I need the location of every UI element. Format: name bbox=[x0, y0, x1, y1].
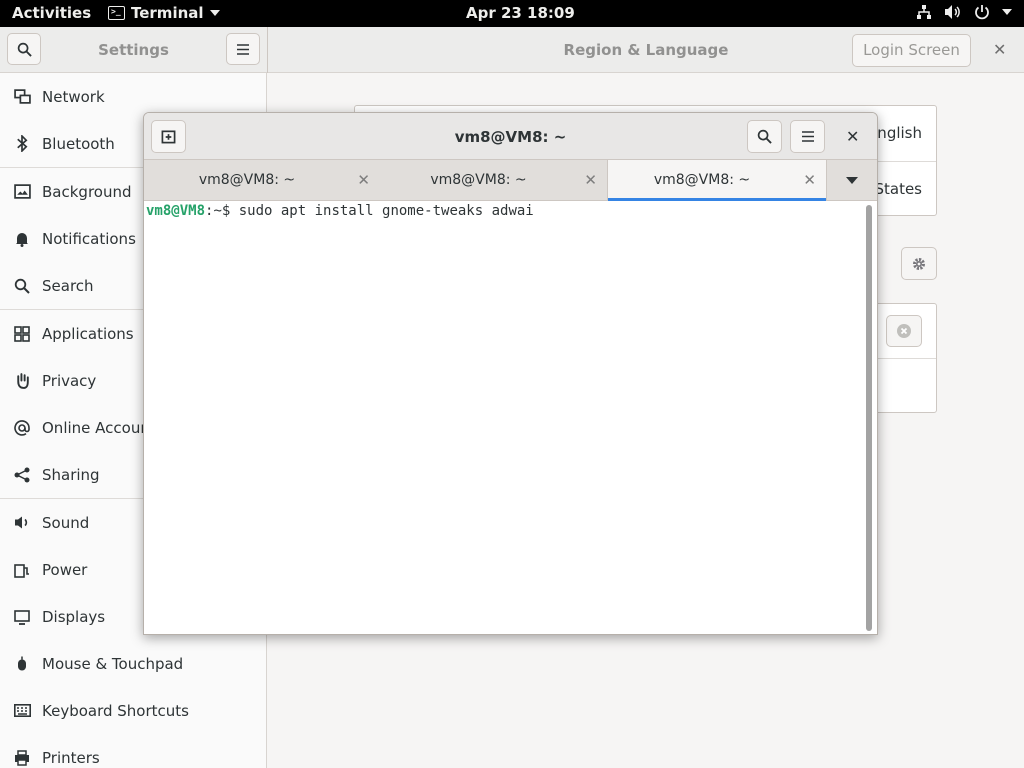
terminal-menu-button[interactable] bbox=[790, 120, 825, 153]
formats-value: States bbox=[874, 180, 922, 198]
search-icon bbox=[13, 277, 31, 295]
search-icon bbox=[757, 129, 772, 144]
prompt-symbol: $ bbox=[221, 203, 239, 219]
sidebar-item-label: Mouse & Touchpad bbox=[42, 654, 184, 673]
terminal-tab-bar: vm8@VM8: ~ ✕ vm8@VM8: ~ ✕ vm8@VM8: ~ ✕ bbox=[144, 160, 877, 201]
terminal-header-bar[interactable]: vm8@VM8: ~ ✕ bbox=[144, 113, 877, 160]
sidebar-item-label: Notifications bbox=[42, 229, 136, 248]
terminal-tab[interactable]: vm8@VM8: ~ ✕ bbox=[144, 160, 380, 201]
remove-icon bbox=[897, 324, 911, 338]
terminal-tab-active[interactable]: vm8@VM8: ~ ✕ bbox=[607, 160, 826, 201]
bell-icon bbox=[13, 230, 31, 248]
background-icon bbox=[13, 183, 31, 201]
display-icon bbox=[13, 608, 31, 626]
top-bar: Activities >_ Terminal Apr 23 18:09 bbox=[0, 0, 1024, 27]
hamburger-icon bbox=[801, 131, 814, 142]
keyboard-icon bbox=[13, 702, 31, 720]
login-screen-button[interactable]: Login Screen bbox=[852, 34, 971, 67]
system-tray[interactable] bbox=[916, 4, 1012, 20]
network-wired-icon bbox=[917, 5, 931, 19]
app-menu-label: Terminal bbox=[131, 4, 204, 22]
power-icon bbox=[975, 5, 989, 20]
prompt-path: :~ bbox=[205, 203, 222, 219]
share-icon bbox=[13, 466, 31, 484]
sidebar-item-label: Network bbox=[42, 87, 105, 106]
sidebar-item-label: Displays bbox=[42, 607, 106, 626]
terminal-scrollbar[interactable] bbox=[866, 205, 872, 631]
command-text: sudo apt install gnome-tweaks adwai bbox=[238, 203, 534, 219]
sidebar-item-label: Sound bbox=[42, 513, 90, 532]
chevron-down-icon bbox=[846, 177, 858, 184]
sidebar-item-label: Keyboard Shortcuts bbox=[42, 701, 189, 720]
app-menu[interactable]: >_ Terminal bbox=[108, 4, 220, 22]
power-icon bbox=[13, 561, 31, 579]
gear-icon bbox=[913, 257, 925, 270]
sidebar-item-label: Bluetooth bbox=[42, 134, 115, 153]
sidebar-item-printers[interactable]: Printers bbox=[0, 734, 267, 768]
prompt-user: vm8@VM8 bbox=[146, 203, 206, 219]
sidebar-item-keyboard-shortcuts[interactable]: Keyboard Shortcuts bbox=[0, 687, 267, 734]
sidebar-item-label: Search bbox=[42, 276, 94, 295]
settings-menu-button[interactable] bbox=[226, 33, 260, 65]
tab-label: vm8@VM8: ~ bbox=[198, 172, 296, 188]
terminal-icon: >_ bbox=[108, 6, 125, 20]
sidebar-item-label: Privacy bbox=[42, 371, 97, 390]
tab-overflow-button[interactable] bbox=[826, 160, 877, 201]
sidebar-item-mouse-touchpad[interactable]: Mouse & Touchpad bbox=[0, 640, 267, 687]
sidebar-item-label: Applications bbox=[42, 324, 134, 343]
terminal-output[interactable]: vm8@VM8:~$ sudo apt install gnome-tweaks… bbox=[144, 201, 877, 634]
bluetooth-icon bbox=[13, 135, 31, 153]
sidebar-item-label: Sharing bbox=[42, 465, 100, 484]
input-sources-options-button[interactable] bbox=[901, 247, 937, 280]
at-icon bbox=[13, 419, 31, 437]
terminal-close-icon[interactable]: ✕ bbox=[846, 127, 859, 146]
terminal-search-button[interactable] bbox=[747, 120, 782, 153]
tab-close-icon[interactable]: ✕ bbox=[357, 171, 370, 189]
hamburger-icon bbox=[237, 43, 249, 55]
activities-button[interactable]: Activities bbox=[12, 4, 91, 22]
mouse-icon bbox=[13, 655, 31, 673]
grid-icon bbox=[13, 325, 31, 343]
settings-close-icon[interactable]: ✕ bbox=[993, 40, 1006, 59]
remove-input-source-button[interactable] bbox=[886, 315, 922, 347]
tab-label: vm8@VM8: ~ bbox=[653, 172, 751, 188]
printer-icon bbox=[13, 749, 31, 767]
tab-close-icon[interactable]: ✕ bbox=[584, 171, 597, 189]
terminal-window[interactable]: vm8@VM8: ~ ✕ vm8@VM8: ~ ✕ vm8@VM8: ~ ✕ v… bbox=[143, 112, 878, 635]
settings-header-bar: Settings Region & Language Login Screen … bbox=[0, 27, 1024, 73]
command-line: vm8@VM8:~$ sudo apt install gnome-tweaks… bbox=[146, 203, 534, 219]
clock[interactable]: Apr 23 18:09 bbox=[466, 4, 575, 22]
tab-close-icon[interactable]: ✕ bbox=[803, 171, 816, 189]
sidebar-item-label: Printers bbox=[42, 748, 100, 767]
tab-label: vm8@VM8: ~ bbox=[430, 172, 527, 188]
network-icon bbox=[13, 88, 31, 106]
sidebar-item-label: Power bbox=[42, 560, 88, 579]
speaker-icon bbox=[13, 514, 31, 532]
caret-down-icon bbox=[209, 10, 220, 16]
terminal-tab[interactable]: vm8@VM8: ~ ✕ bbox=[380, 160, 607, 201]
caret-down-icon bbox=[1002, 9, 1012, 15]
hand-icon bbox=[13, 372, 31, 390]
sidebar-item-label: Background bbox=[42, 182, 132, 201]
volume-icon bbox=[945, 5, 960, 19]
